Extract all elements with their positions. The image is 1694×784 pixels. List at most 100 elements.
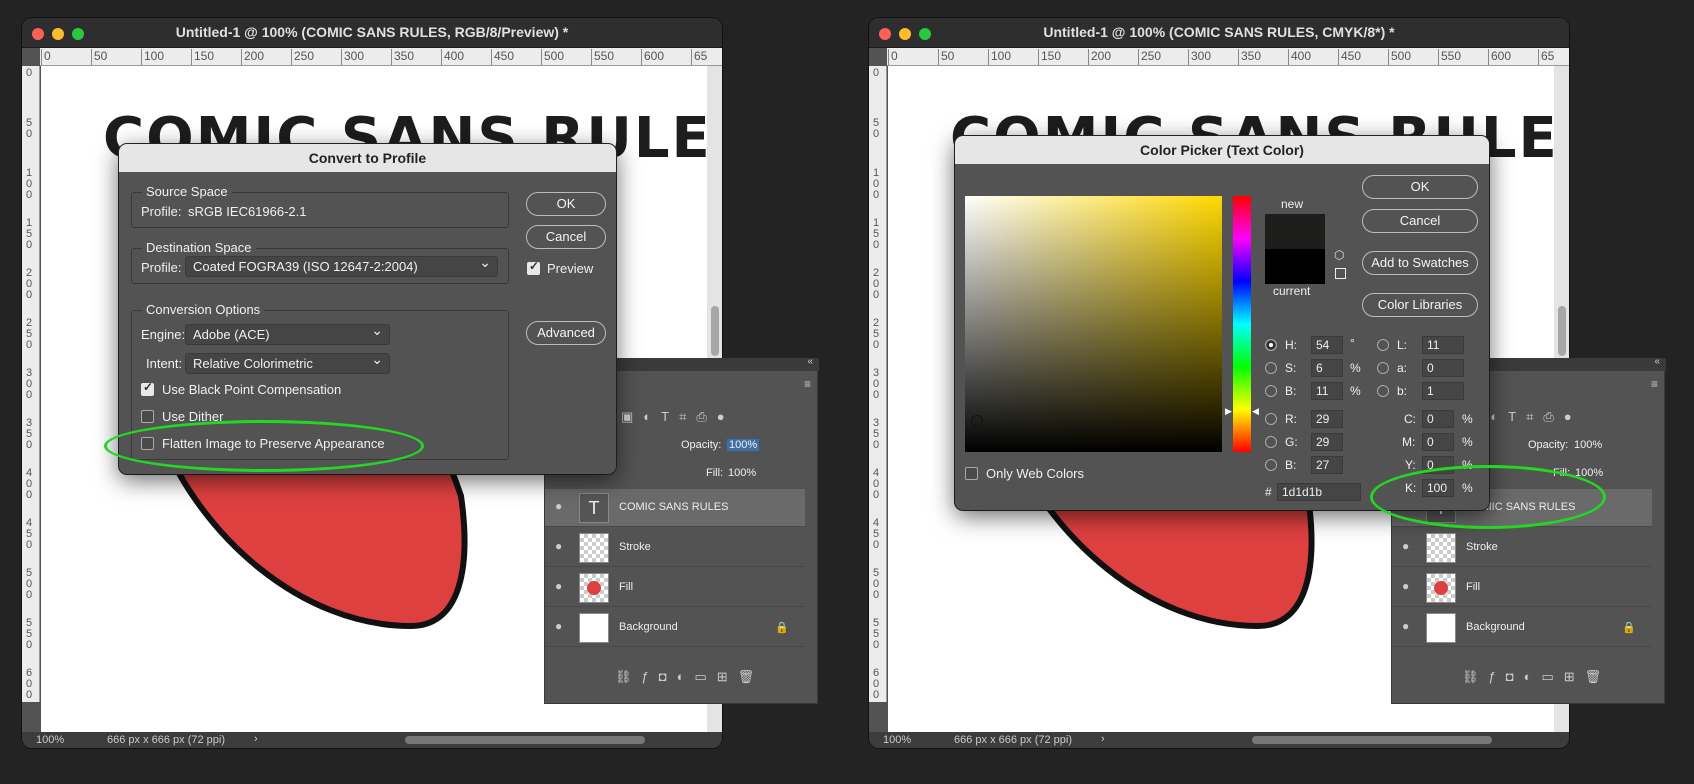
hue-slider-left-arrow-icon[interactable]: ▶ (1225, 406, 1232, 417)
layer-row[interactable]: ● Fill (1392, 569, 1652, 607)
eye-icon[interactable]: ● (1402, 539, 1409, 553)
horizontal-scrollbar[interactable] (1252, 736, 1492, 744)
panel-menu-icon[interactable]: ≡ (1651, 377, 1658, 391)
b-input[interactable]: 11 (1311, 382, 1343, 400)
cancel-button[interactable]: Cancel (1362, 209, 1478, 233)
s-unit: % (1350, 361, 1361, 375)
g-input[interactable]: 29 (1311, 433, 1343, 451)
lab-b-input[interactable]: 1 (1422, 382, 1464, 400)
current-color-swatch[interactable] (1265, 249, 1325, 284)
r-radio[interactable] (1265, 413, 1277, 425)
color-field[interactable] (965, 196, 1222, 452)
title-bar[interactable]: Untitled-1 @ 100% (COMIC SANS RULES, RGB… (22, 18, 722, 48)
blue-input[interactable]: 27 (1311, 456, 1343, 474)
eye-icon[interactable]: ● (1402, 619, 1409, 633)
eye-icon[interactable]: ● (555, 539, 562, 553)
layer-filter-icons[interactable]: ▣◐T⌗⎙● (621, 409, 735, 425)
eye-icon[interactable]: ● (555, 499, 562, 513)
m-input[interactable]: 0 (1422, 433, 1454, 451)
layer-name: Background (619, 621, 678, 633)
b-radio[interactable] (1265, 385, 1277, 397)
l-radio[interactable] (1377, 339, 1389, 351)
color-cursor[interactable] (971, 415, 983, 427)
opacity-input[interactable]: 100% (727, 439, 760, 451)
layer-row[interactable]: ● Stroke (545, 529, 805, 567)
scroll-thumb[interactable] (1558, 306, 1566, 356)
ruler-tick-label: 250 (26, 317, 33, 351)
l-input[interactable]: 11 (1422, 336, 1464, 354)
c-input[interactable]: 0 (1422, 410, 1454, 428)
c-unit: % (1462, 412, 1473, 426)
layer-thumbnail (579, 573, 609, 603)
ruler-tick-label: 0 (873, 67, 880, 79)
zoom-level[interactable]: 100% (883, 734, 911, 746)
chevron-right-icon[interactable]: › (254, 733, 258, 745)
hue-slider-right-arrow-icon[interactable]: ◀ (1252, 406, 1259, 417)
collapse-icon[interactable]: « (807, 356, 813, 367)
eye-icon[interactable]: ● (555, 619, 562, 633)
ok-button[interactable]: OK (526, 192, 606, 216)
h-radio[interactable] (1265, 339, 1277, 351)
ruler-tick-label: 150 (191, 49, 214, 65)
ruler-tick-label: 50 (873, 117, 880, 140)
preview-checkbox[interactable] (527, 259, 540, 275)
layer-row[interactable]: ● Fill (545, 569, 805, 607)
cancel-button[interactable]: Cancel (526, 225, 606, 249)
panel-footer-icons[interactable]: ⛓ƒ◘◐▭⊞🗑 (615, 669, 764, 685)
add-to-swatches-button[interactable]: Add to Swatches (1362, 251, 1478, 275)
ruler-tick-label: 250 (1138, 49, 1161, 65)
layer-row[interactable]: ● Background 🔒 (1392, 609, 1652, 647)
zoom-level[interactable]: 100% (36, 734, 64, 746)
new-color-swatch (1265, 214, 1325, 249)
web-safe-square-icon[interactable] (1335, 268, 1346, 279)
dither-checkbox[interactable] (141, 410, 154, 423)
advanced-button[interactable]: Advanced (526, 321, 606, 345)
ok-button[interactable]: OK (1362, 175, 1478, 199)
hue-slider[interactable] (1233, 196, 1251, 452)
horizontal-ruler[interactable]: 0 50 100 150 200 250 300 350 400 450 500 550 600 65 (40, 48, 722, 66)
color-libraries-button[interactable]: Color Libraries (1362, 293, 1478, 317)
a-radio[interactable] (1377, 362, 1389, 374)
vertical-ruler[interactable]: 050100150200250300350400450500550600650 (869, 66, 887, 702)
source-space-heading: Source Space (142, 184, 232, 199)
opacity-input[interactable]: 100% (1574, 439, 1602, 451)
eye-icon[interactable]: ● (555, 579, 562, 593)
s-radio[interactable] (1265, 362, 1277, 374)
intent-select[interactable]: Relative Colorimetric (185, 350, 390, 374)
blue-radio[interactable] (1265, 459, 1277, 471)
title-bar[interactable]: Untitled-1 @ 100% (COMIC SANS RULES, CMY… (869, 18, 1569, 48)
conversion-options-heading: Conversion Options (142, 302, 265, 317)
destination-space-group: Destination Space Profile: Coated FOGRA3… (131, 240, 509, 284)
horizontal-ruler[interactable]: 0 50 100 150 200 250 300 350 400 450 500 550 600 65 (887, 48, 1569, 66)
eye-icon[interactable]: ● (1402, 579, 1409, 593)
layer-row[interactable]: ● Background 🔒 (545, 609, 805, 647)
scroll-thumb[interactable] (711, 306, 719, 356)
ruler-tick-label: 300 (26, 367, 33, 401)
b-label: B: (1285, 384, 1297, 398)
chevron-right-icon[interactable]: › (1101, 733, 1105, 745)
vertical-ruler[interactable]: 050100150200250300350400450500550600650 (22, 66, 40, 702)
hex-input[interactable]: 1d1d1b (1277, 483, 1361, 501)
h-input[interactable]: 54 (1311, 336, 1343, 354)
layer-row[interactable]: ● T COMIC SANS RULES (545, 489, 805, 527)
engine-select[interactable]: Adobe (ACE) (185, 321, 390, 345)
destination-profile-select[interactable]: Coated FOGRA39 (ISO 12647-2:2004) (185, 253, 498, 277)
web-colors-checkbox[interactable] (965, 467, 978, 480)
current-label: current (1273, 284, 1311, 298)
lab-b-radio[interactable] (1377, 385, 1389, 397)
a-input[interactable]: 0 (1422, 359, 1464, 377)
panel-menu-icon[interactable]: ≡ (804, 377, 811, 391)
g-radio[interactable] (1265, 436, 1277, 448)
cube-icon[interactable]: ⬡ (1334, 248, 1344, 262)
m-unit: % (1462, 435, 1473, 449)
panel-footer-icons[interactable]: ⛓ƒ◘◐▭⊞🗑 (1462, 669, 1611, 685)
y-label: Y: (1405, 458, 1416, 472)
black-point-checkbox[interactable] (141, 380, 154, 396)
s-input[interactable]: 6 (1311, 359, 1343, 377)
ruler-tick-label: 500 (1388, 49, 1411, 65)
horizontal-scrollbar[interactable] (405, 736, 645, 744)
collapse-icon[interactable]: « (1654, 356, 1660, 367)
layer-row[interactable]: ● Stroke (1392, 529, 1652, 567)
r-input[interactable]: 29 (1311, 410, 1343, 428)
fill-input[interactable]: 100% (728, 467, 756, 479)
